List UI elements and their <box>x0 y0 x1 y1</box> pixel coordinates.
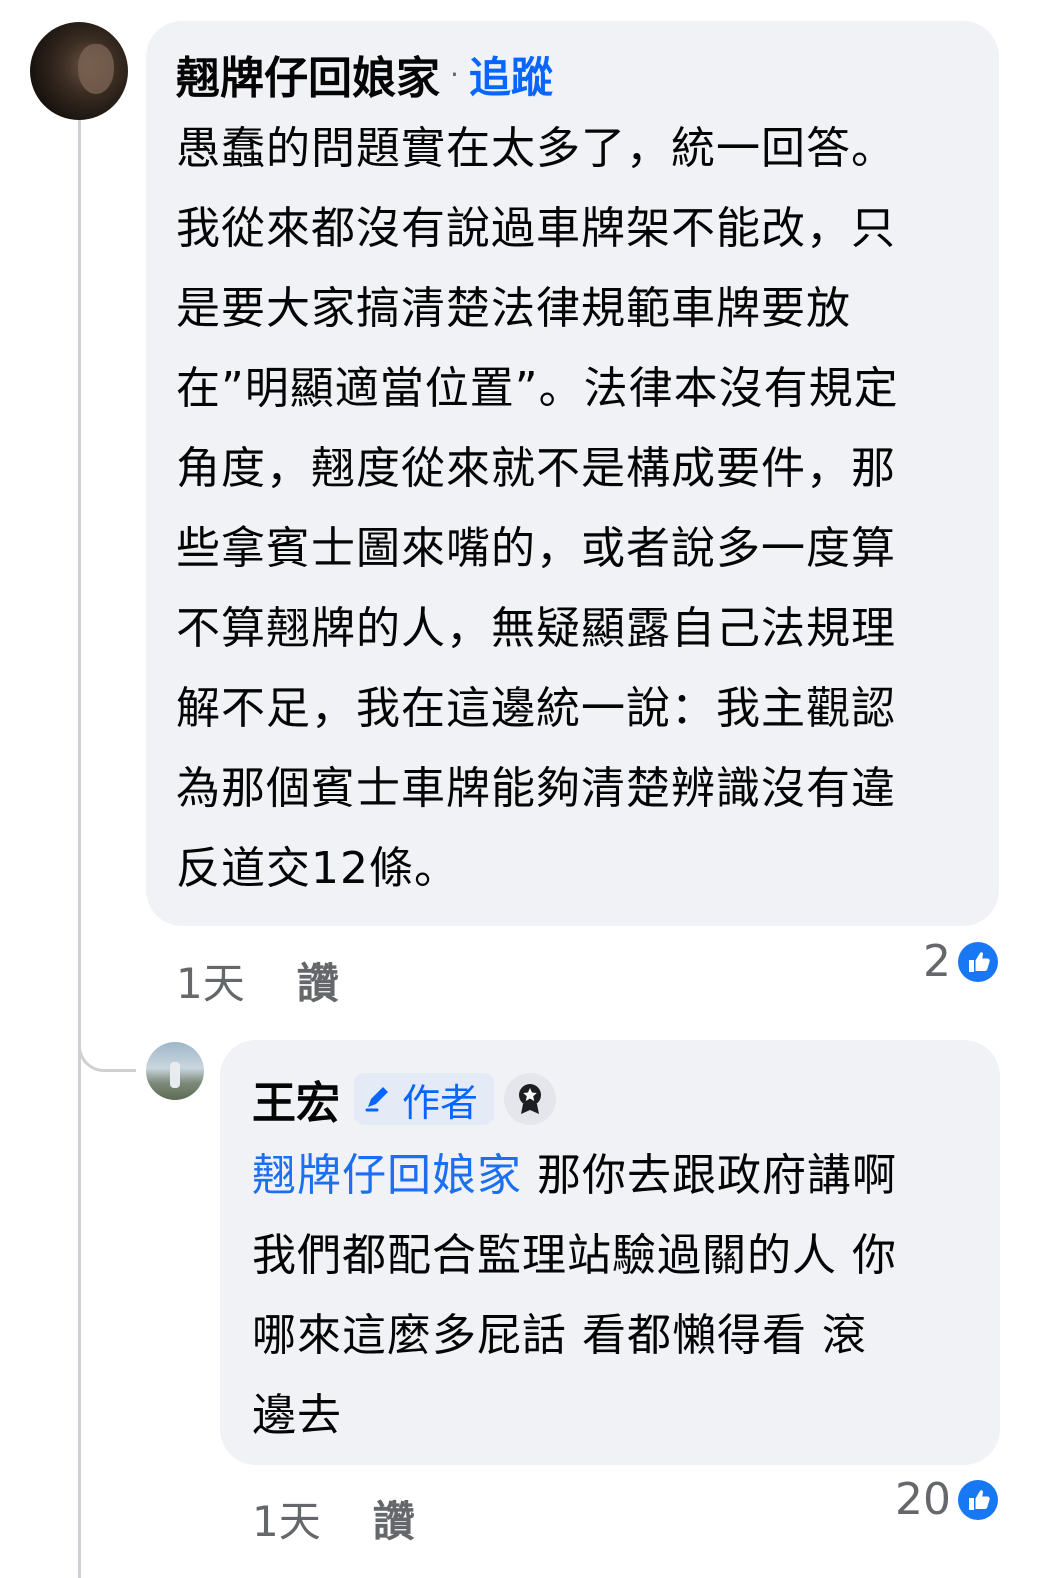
reaction-summary[interactable]: 2 <box>923 936 999 987</box>
reply-header: 王宏 作者 <box>252 1068 972 1130</box>
reply-avatar[interactable] <box>146 1042 204 1100</box>
reply-timestamp[interactable]: 1天 <box>252 1488 321 1549</box>
comment-line: 愚蠢的問題實在太多了，統一回答。 <box>176 123 896 174</box>
comment-actions: 1天 讚 <box>176 952 339 1008</box>
reply-text: 翹牌仔回娘家 那你去跟政府講啊 我們都配合監理站驗過關的人 你 哪來這麼多屁話 … <box>252 1136 972 1456</box>
like-icon <box>958 1479 998 1520</box>
avatar[interactable] <box>30 22 128 120</box>
reply-author[interactable]: 王宏 <box>252 1067 340 1131</box>
reply-line: 邊去 <box>252 1390 342 1441</box>
comment-line: 解不足，我在這邊統一說：我主觀認 <box>176 683 896 734</box>
like-button[interactable]: 讚 <box>297 950 339 1011</box>
like-icon <box>958 941 998 982</box>
reply-actions: 1天 讚 <box>252 1490 415 1546</box>
author-badge: 作者 <box>354 1073 495 1125</box>
comment-line: 在”明顯適當位置”。法律本沒有規定 <box>176 363 899 414</box>
comment-text: 愚蠢的問題實在太多了，統一回答。 我從來都沒有說過車牌架不能改，只 是要大家搞清… <box>176 109 971 909</box>
follow-button[interactable]: 追蹤 <box>469 44 553 105</box>
reply-connector <box>78 1010 136 1072</box>
badge-ribbon-icon <box>519 1084 542 1114</box>
comment-line: 角度，翹度從來就不是構成要件，那 <box>176 443 896 494</box>
top-fan-icon[interactable] <box>504 1073 557 1125</box>
reply-line: 哪來這麼多屁話 看都懶得看 滾 <box>252 1310 867 1361</box>
author-badge-label: 作者 <box>402 1080 479 1125</box>
pencil-icon <box>365 1087 388 1112</box>
reply-line-text: 那你去跟政府講啊 <box>522 1150 897 1201</box>
comment-header: 翹牌仔回娘家 · 追蹤 <box>176 43 971 105</box>
avatar-figure <box>170 1062 180 1088</box>
comment-line: 我從來都沒有說過車牌架不能改，只 <box>176 203 896 254</box>
comment-line: 反道交12條。 <box>176 843 459 894</box>
comment-author[interactable]: 翹牌仔回娘家 <box>176 42 440 106</box>
thread-line <box>78 120 81 1578</box>
reply-line: 翹牌仔回娘家 那你去跟政府講啊 <box>252 1136 972 1216</box>
reaction-count: 20 <box>895 1474 951 1525</box>
reply-line: 我們都配合監理站驗過關的人 你 <box>252 1230 897 1281</box>
avatar-face <box>78 44 114 94</box>
reaction-count: 2 <box>923 936 951 987</box>
mention-link[interactable]: 翹牌仔回娘家 <box>252 1150 522 1201</box>
comment-bubble: 翹牌仔回娘家 · 追蹤 愚蠢的問題實在太多了，統一回答。 我從來都沒有說過車牌架… <box>146 21 999 926</box>
reply-bubble: 王宏 作者 翹牌仔回娘家 那你去跟政府講啊 我們都配合監理站驗過關的人 你 哪來… <box>220 1040 1000 1465</box>
comment-line: 不算翹牌的人，無疑顯露自己法規理 <box>176 603 896 654</box>
comment-line: 些拿賓士圖來嘴的，或者說多一度算 <box>176 523 896 574</box>
comment-line: 是要大家搞清楚法律規範車牌要放 <box>176 283 851 334</box>
comment-timestamp[interactable]: 1天 <box>176 950 245 1011</box>
separator-dot: · <box>450 57 459 91</box>
comment-line: 為那個賓士車牌能夠清楚辨識沒有違 <box>176 763 896 814</box>
reply-reaction-summary[interactable]: 20 <box>895 1474 999 1525</box>
like-button[interactable]: 讚 <box>373 1488 415 1549</box>
